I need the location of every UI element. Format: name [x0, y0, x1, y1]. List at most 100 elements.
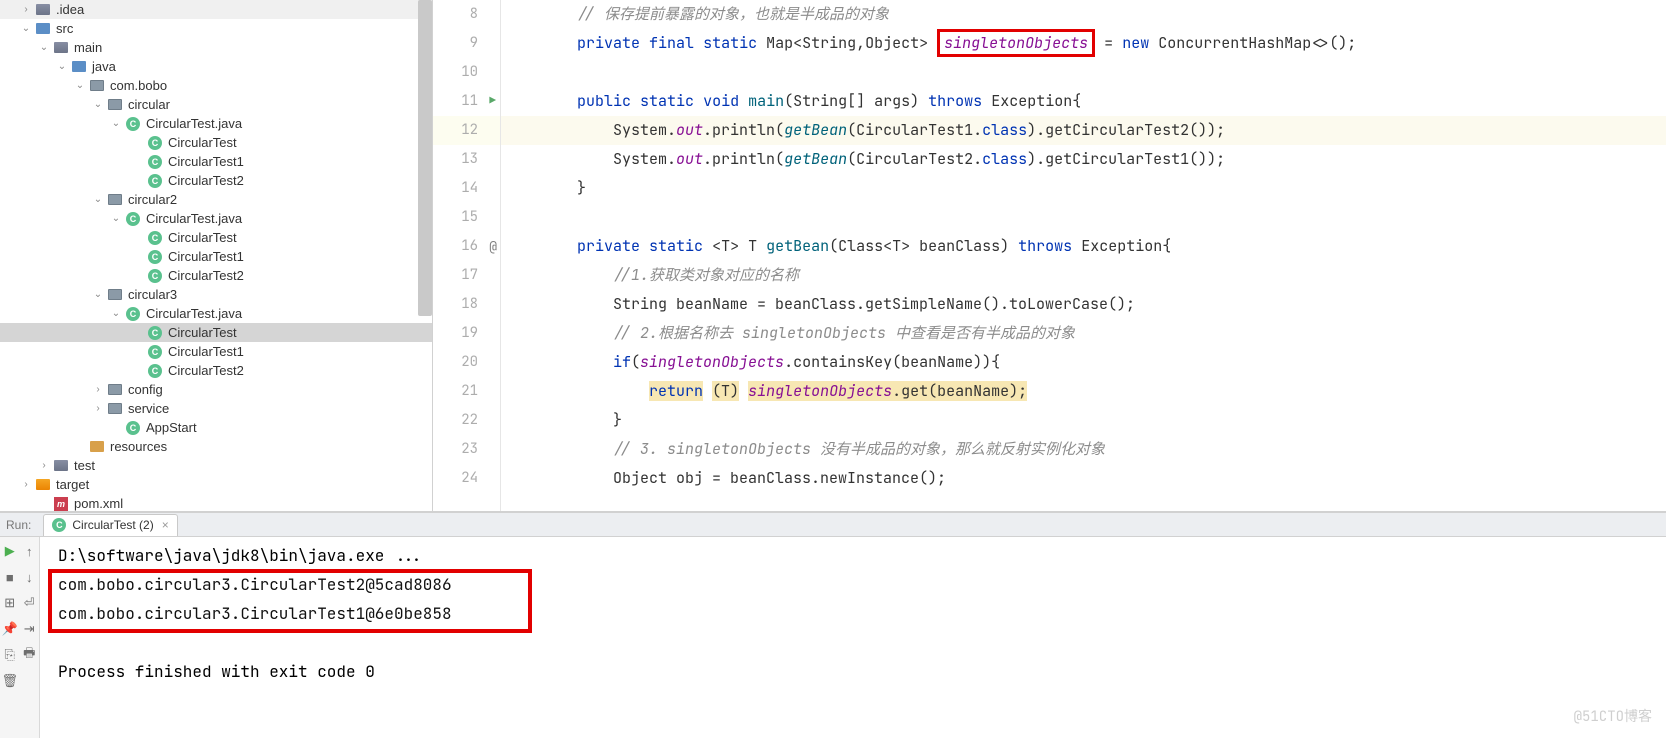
- wrap-icon[interactable]: ⏎: [21, 595, 37, 611]
- console-output[interactable]: D:\software\java\jdk8\bin\java.exe ... c…: [40, 537, 1666, 738]
- project-tree[interactable]: ›.idea⌄src⌄main⌄java⌄com.bobo⌄circular⌄C…: [0, 0, 433, 511]
- highlighted-field: singletonObjects: [937, 29, 1095, 57]
- tree-item-CircularTest2[interactable]: CircularTest2: [0, 361, 432, 380]
- tree-item-test[interactable]: › test: [0, 456, 432, 475]
- gutter-line-21[interactable]: 21: [433, 377, 500, 406]
- chevron-icon[interactable]: ⌄: [18, 23, 34, 34]
- chevron-icon[interactable]: ⌄: [108, 213, 124, 224]
- tree-label: AppStart: [146, 420, 197, 435]
- tree-item-CircularTest-java[interactable]: ⌄CircularTest.java: [0, 209, 432, 228]
- delete-icon[interactable]: 🗑: [2, 673, 18, 689]
- tree-item-java[interactable]: ⌄ java: [0, 57, 432, 76]
- tree-scrollbar[interactable]: [418, 0, 432, 316]
- gutter-line-23[interactable]: 23: [433, 435, 500, 464]
- chevron-icon[interactable]: ⌄: [108, 118, 124, 129]
- tree-label: pom.xml: [74, 496, 123, 511]
- chevron-icon[interactable]: ›: [90, 384, 106, 395]
- class-icon: [146, 344, 164, 360]
- folder-src: [52, 458, 70, 474]
- tree-item-src[interactable]: ⌄src: [0, 19, 432, 38]
- scroll-icon[interactable]: ⇥: [21, 621, 37, 637]
- gutter-line-20[interactable]: 20: [433, 348, 500, 377]
- gutter-line-19[interactable]: 19: [433, 319, 500, 348]
- gutter-line-13[interactable]: 13: [433, 145, 500, 174]
- run-panel: Run: CircularTest (2) × ▶ ■ ⊞ 📌 ⎘ 🗑 ↑ ↓ …: [0, 512, 1666, 738]
- tree-item-CircularTest2[interactable]: CircularTest2: [0, 266, 432, 285]
- run-tab[interactable]: CircularTest (2) ×: [43, 514, 177, 536]
- chevron-icon[interactable]: ⌄: [108, 308, 124, 319]
- tree-item-CircularTest1[interactable]: CircularTest1: [0, 342, 432, 361]
- tree-item-circular3[interactable]: ⌄ circular3: [0, 285, 432, 304]
- chevron-icon[interactable]: ⌄: [90, 194, 106, 205]
- code-editor[interactable]: 89101112131415161718192021222324 // 保存提前…: [433, 0, 1666, 511]
- gutter-line-11[interactable]: 11: [433, 87, 500, 116]
- tree-item-com-bobo[interactable]: ⌄com.bobo: [0, 76, 432, 95]
- console-line: com.bobo.circular3.CircularTest1@6e0be85…: [58, 599, 1666, 628]
- up-icon[interactable]: ↑: [21, 543, 37, 559]
- code-area[interactable]: // 保存提前暴露的对象，也就是半成品的对象 private final sta…: [501, 0, 1666, 511]
- gutter-line-9[interactable]: 9: [433, 29, 500, 58]
- stop-icon[interactable]: ■: [2, 569, 18, 585]
- chevron-icon[interactable]: ⌄: [36, 42, 52, 53]
- layout-icon[interactable]: ⊞: [2, 595, 18, 611]
- tree-item-circular[interactable]: ⌄ circular: [0, 95, 432, 114]
- gutter-line-15[interactable]: 15: [433, 203, 500, 232]
- gutter-line-24[interactable]: 24: [433, 464, 500, 493]
- chevron-icon[interactable]: ⌄: [90, 289, 106, 300]
- gutter-line-22[interactable]: 22: [433, 406, 500, 435]
- tree-item-CircularTest[interactable]: CircularTest: [0, 323, 432, 342]
- tree-label: test: [74, 458, 95, 473]
- class-icon: [146, 230, 164, 246]
- tree-item-circular2[interactable]: ⌄circular2: [0, 190, 432, 209]
- tree-item-main[interactable]: ⌄main: [0, 38, 432, 57]
- chevron-icon[interactable]: ⌄: [90, 99, 106, 110]
- pin-icon[interactable]: 📌: [2, 621, 18, 637]
- tree-item-CircularTest-java[interactable]: ⌄CircularTest.java: [0, 304, 432, 323]
- tree-label: CircularTest1: [168, 154, 244, 169]
- folder-src: [52, 40, 70, 56]
- chevron-icon[interactable]: ›: [18, 4, 34, 15]
- tree-label: circular: [128, 97, 170, 112]
- tree-label: config: [128, 382, 163, 397]
- chevron-icon[interactable]: ⌄: [72, 80, 88, 91]
- gutter-line-18[interactable]: 18: [433, 290, 500, 319]
- class-icon: [124, 306, 142, 322]
- tree-label: CircularTest: [168, 230, 237, 245]
- chevron-icon[interactable]: ⌄: [54, 61, 70, 72]
- chevron-icon[interactable]: ›: [18, 479, 34, 490]
- tree-item--idea[interactable]: ›.idea: [0, 0, 432, 19]
- tree-item-resources[interactable]: resources: [0, 437, 432, 456]
- folder-pkg: [106, 287, 124, 303]
- down-icon[interactable]: ↓: [21, 569, 37, 585]
- export-icon[interactable]: ⎘: [2, 647, 18, 663]
- chevron-icon[interactable]: ›: [36, 460, 52, 471]
- tree-item-AppStart[interactable]: AppStart: [0, 418, 432, 437]
- chevron-icon[interactable]: ›: [90, 403, 106, 414]
- tree-item-config[interactable]: › config: [0, 380, 432, 399]
- tree-item-CircularTest[interactable]: CircularTest: [0, 133, 432, 152]
- tree-item-target[interactable]: ›target: [0, 475, 432, 494]
- console-line: com.bobo.circular3.CircularTest2@5cad808…: [58, 570, 1666, 599]
- tree-label: CircularTest1: [168, 344, 244, 359]
- tree-item-pom-xml[interactable]: pom.xml: [0, 494, 432, 511]
- tree-item-CircularTest1[interactable]: CircularTest1: [0, 247, 432, 266]
- close-icon[interactable]: ×: [162, 518, 169, 532]
- tree-item-service[interactable]: ›service: [0, 399, 432, 418]
- tree-item-CircularTest2[interactable]: CircularTest2: [0, 171, 432, 190]
- gutter-line-10[interactable]: 10: [433, 58, 500, 87]
- gutter-line-16[interactable]: 16: [433, 232, 500, 261]
- print-icon[interactable]: 🖶: [21, 647, 37, 663]
- tree-label: circular3: [128, 287, 177, 302]
- gutter-line-17[interactable]: 17: [433, 261, 500, 290]
- class-icon: [146, 249, 164, 265]
- folder-pkg: [88, 78, 106, 94]
- gutter-line-12[interactable]: 12: [433, 116, 500, 145]
- rerun-icon[interactable]: ▶: [2, 543, 18, 559]
- tree-label: java: [92, 59, 116, 74]
- gutter-line-8[interactable]: 8: [433, 0, 500, 29]
- tree-item-CircularTest-java[interactable]: ⌄CircularTest.java: [0, 114, 432, 133]
- tree-item-CircularTest1[interactable]: CircularTest1: [0, 152, 432, 171]
- gutter-line-14[interactable]: 14: [433, 174, 500, 203]
- tree-label: CircularTest2: [168, 173, 244, 188]
- tree-item-CircularTest[interactable]: CircularTest: [0, 228, 432, 247]
